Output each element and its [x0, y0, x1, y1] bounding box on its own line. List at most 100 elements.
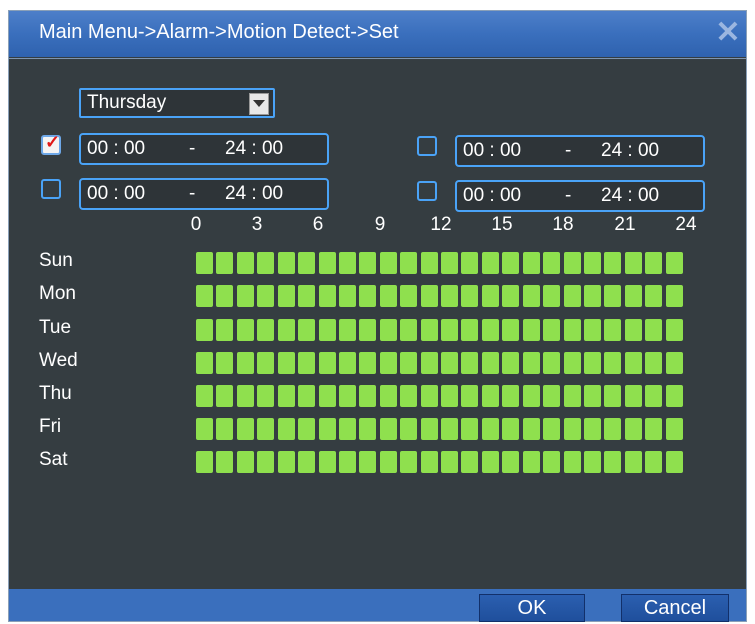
hour-cell[interactable] [318, 451, 336, 473]
hour-cell[interactable] [359, 319, 377, 341]
hour-cell[interactable] [318, 252, 336, 274]
hour-cell[interactable] [359, 418, 377, 440]
period-1-end[interactable]: 24 : 00 [225, 138, 283, 160]
hour-cell[interactable] [543, 451, 561, 473]
period-2-start[interactable]: 00 : 00 [87, 183, 145, 205]
hour-cell[interactable] [624, 252, 642, 274]
hour-cell[interactable] [257, 352, 275, 374]
hour-cell[interactable] [522, 252, 540, 274]
hour-cell[interactable] [441, 285, 458, 307]
hour-cell[interactable] [563, 418, 581, 440]
hour-cell[interactable] [665, 285, 683, 307]
close-icon[interactable]: ✕ [713, 18, 743, 48]
hour-cell[interactable] [196, 252, 213, 274]
hour-cell[interactable] [338, 451, 356, 473]
hour-cell[interactable] [522, 451, 540, 473]
hour-cell[interactable] [481, 319, 499, 341]
hour-cell[interactable] [624, 418, 642, 440]
hour-cell[interactable] [338, 418, 356, 440]
hour-cell[interactable] [277, 385, 295, 407]
hour-cell[interactable] [420, 252, 438, 274]
hour-cell[interactable] [441, 319, 458, 341]
hour-cell[interactable] [257, 285, 275, 307]
hour-cell[interactable] [257, 385, 275, 407]
hour-cell[interactable] [461, 285, 479, 307]
hour-cell[interactable] [441, 352, 458, 374]
hour-cell[interactable] [604, 385, 622, 407]
hour-cell[interactable] [196, 385, 213, 407]
hour-cell[interactable] [236, 285, 254, 307]
hour-cell[interactable] [216, 352, 234, 374]
period-3-start[interactable]: 00 : 00 [463, 140, 521, 162]
hour-cell[interactable] [522, 418, 540, 440]
hour-cell[interactable] [502, 319, 520, 341]
hour-cell[interactable] [543, 418, 561, 440]
hour-cell[interactable] [216, 319, 234, 341]
period-1-checkbox[interactable]: ✓ [41, 132, 61, 155]
hour-cell[interactable] [338, 352, 356, 374]
hour-cell[interactable] [298, 418, 316, 440]
period-2-end[interactable]: 24 : 00 [225, 183, 283, 205]
hour-cell[interactable] [400, 319, 418, 341]
hour-cell[interactable] [502, 385, 520, 407]
hour-cell[interactable] [563, 451, 581, 473]
hour-cell[interactable] [441, 385, 458, 407]
period-3-end[interactable]: 24 : 00 [601, 140, 659, 162]
period-3-time-range[interactable]: 00 : 00 - 24 : 00 [455, 135, 705, 167]
hour-cell[interactable] [338, 252, 356, 274]
hour-cell[interactable] [624, 285, 642, 307]
hour-cell[interactable] [604, 451, 622, 473]
hour-cell[interactable] [583, 252, 601, 274]
hour-cell[interactable] [196, 451, 213, 473]
hour-cell[interactable] [604, 352, 622, 374]
hour-cell[interactable] [461, 385, 479, 407]
hour-cell[interactable] [624, 352, 642, 374]
hour-cell[interactable] [236, 451, 254, 473]
hour-cell[interactable] [543, 352, 561, 374]
hour-cell[interactable] [257, 319, 275, 341]
hour-cell[interactable] [257, 451, 275, 473]
hour-cell[interactable] [461, 319, 479, 341]
hour-cell[interactable] [277, 285, 295, 307]
hour-cell[interactable] [563, 285, 581, 307]
hour-cell[interactable] [298, 319, 316, 341]
hour-cell[interactable] [420, 352, 438, 374]
hour-cell[interactable] [359, 385, 377, 407]
hour-cell[interactable] [583, 352, 601, 374]
hour-cell[interactable] [298, 252, 316, 274]
hour-cell[interactable] [563, 319, 581, 341]
hour-cell[interactable] [257, 418, 275, 440]
cancel-button[interactable]: Cancel [621, 594, 729, 622]
hour-cell[interactable] [461, 418, 479, 440]
hour-cell[interactable] [420, 319, 438, 341]
hour-cell[interactable] [543, 252, 561, 274]
hour-cell[interactable] [441, 252, 458, 274]
hour-cell[interactable] [298, 451, 316, 473]
hour-cell[interactable] [624, 319, 642, 341]
hour-cell[interactable] [583, 319, 601, 341]
period-1-time-range[interactable]: 00 : 00 - 24 : 00 [79, 133, 329, 165]
hour-cell[interactable] [257, 252, 275, 274]
hour-cell[interactable] [216, 451, 234, 473]
hour-cell[interactable] [359, 252, 377, 274]
period-1-start[interactable]: 00 : 00 [87, 138, 145, 160]
chevron-down-icon[interactable] [249, 93, 269, 115]
hour-cell[interactable] [522, 285, 540, 307]
ok-button[interactable]: OK [479, 594, 585, 622]
hour-cell[interactable] [522, 385, 540, 407]
hour-cell[interactable] [502, 451, 520, 473]
hour-cell[interactable] [522, 319, 540, 341]
hour-cell[interactable] [604, 319, 622, 341]
hour-cell[interactable] [277, 418, 295, 440]
hour-cell[interactable] [481, 418, 499, 440]
hour-cell[interactable] [522, 352, 540, 374]
period-3-checkbox[interactable] [417, 136, 437, 156]
hour-cell[interactable] [400, 451, 418, 473]
hour-cell[interactable] [461, 252, 479, 274]
hour-cell[interactable] [277, 252, 295, 274]
hour-cell[interactable] [216, 418, 234, 440]
hour-cell[interactable] [400, 285, 418, 307]
hour-cell[interactable] [645, 285, 663, 307]
hour-cell[interactable] [379, 352, 397, 374]
hour-cell[interactable] [298, 352, 316, 374]
